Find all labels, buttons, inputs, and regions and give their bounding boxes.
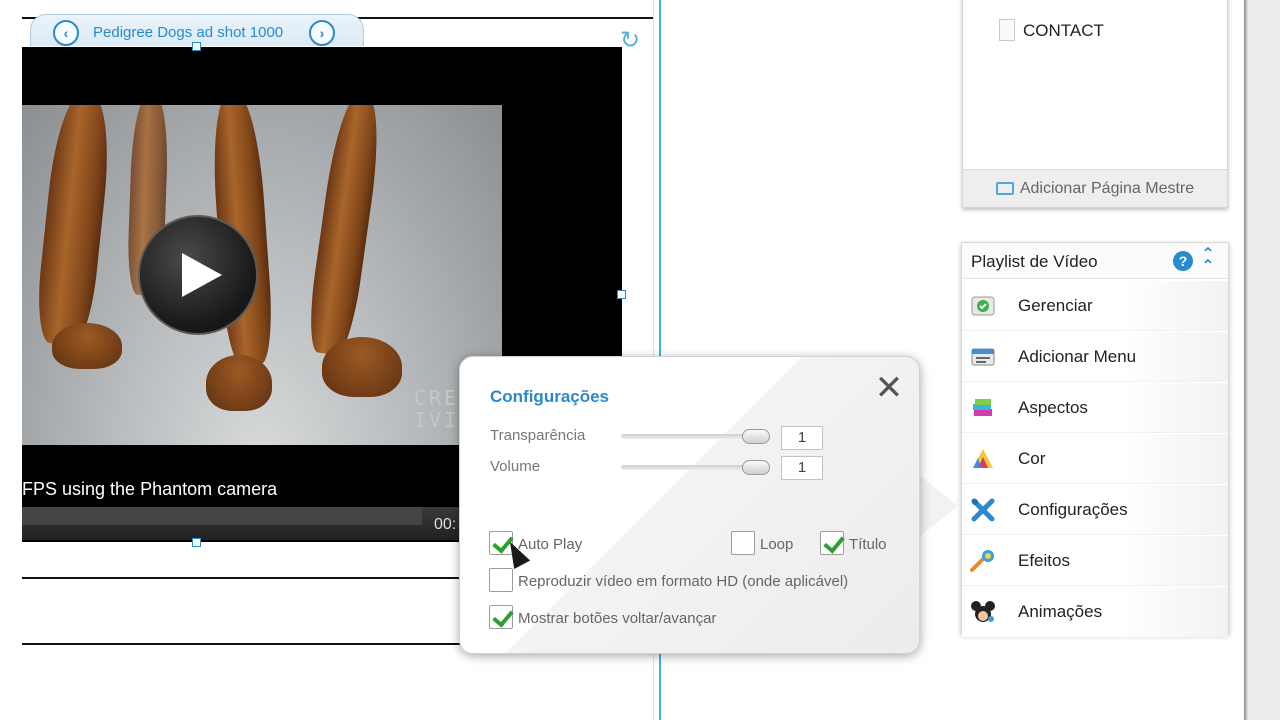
- color-icon: [973, 449, 993, 468]
- frame-line: [22, 643, 462, 645]
- volume-label: Volume: [490, 458, 541, 475]
- close-icon[interactable]: ✕: [874, 371, 904, 405]
- transparency-value-field[interactable]: 1: [781, 426, 823, 450]
- popup-pointer: [918, 474, 958, 538]
- resize-handle-top[interactable]: [192, 42, 201, 51]
- menu-item-label: Adicionar Menu: [1018, 347, 1137, 366]
- hd-checkbox[interactable]: [489, 568, 513, 592]
- add-master-page-button[interactable]: Adicionar Página Mestre: [963, 169, 1227, 207]
- menu-item-efeitos[interactable]: Efeitos: [962, 536, 1228, 586]
- settings-popup: Configurações ✕ Transparência 1 Volume 1…: [459, 356, 920, 654]
- volume-slider-thumb[interactable]: [742, 460, 770, 475]
- video-caption: FPS using the Phantom camera: [22, 479, 278, 499]
- menu-item-label: Efeitos: [1018, 551, 1070, 570]
- transparency-slider-thumb[interactable]: [742, 429, 770, 444]
- panel-header: Playlist de Vídeo ? ⌃ ⌃: [962, 243, 1228, 279]
- video-watermark: CRE IVI: [414, 386, 460, 432]
- previous-video-button[interactable]: ‹: [53, 20, 79, 46]
- menu-item-label: Gerenciar: [1018, 296, 1093, 315]
- aspects-icon: [973, 399, 992, 416]
- play-icon: [182, 253, 222, 297]
- title-checkbox[interactable]: [820, 531, 844, 555]
- menu-item-configuracoes[interactable]: Configurações: [962, 485, 1228, 535]
- volume-value-field[interactable]: 1: [781, 456, 823, 480]
- time-display: 00:: [434, 516, 457, 533]
- panel-title: Playlist de Vídeo: [971, 252, 1098, 271]
- seek-bar-track: [22, 507, 422, 525]
- nav-buttons-label: Mostrar botões voltar/avançar: [518, 610, 717, 627]
- animations-icon: [971, 601, 995, 622]
- hd-label: Reproduzir vídeo em formato HD (onde apl…: [518, 573, 849, 590]
- manage-icon: [971, 296, 995, 316]
- menu-item-aspectos[interactable]: Aspectos: [962, 383, 1228, 433]
- title-label: Título: [849, 536, 887, 553]
- menu-item-adicionar-menu[interactable]: Adicionar Menu: [962, 332, 1228, 382]
- loop-checkbox[interactable]: [731, 531, 755, 555]
- monitor-icon: [995, 182, 1014, 195]
- resize-handle-right[interactable]: [617, 290, 626, 299]
- menu-item-cor[interactable]: Cor: [962, 434, 1228, 484]
- video-playlist-panel: Playlist de Vídeo ? ⌃ ⌃ Gerenciar Adicion…: [961, 242, 1229, 637]
- scrollbar-edge[interactable]: [1244, 0, 1280, 720]
- menu-item-label: Aspectos: [1018, 398, 1088, 417]
- next-video-button[interactable]: ›: [309, 20, 335, 46]
- video-title: Pedigree Dogs ad shot 1000: [93, 24, 284, 41]
- menu-item-label: Configurações: [1018, 500, 1128, 519]
- pages-panel: CONTACT Adicionar Página Mestre: [962, 0, 1228, 208]
- help-icon[interactable]: ?: [1173, 251, 1193, 271]
- menu-item-label: Animações: [1018, 602, 1103, 621]
- play-button[interactable]: [138, 215, 258, 335]
- popup-title: Configurações: [490, 387, 610, 406]
- settings-icon: [971, 498, 995, 522]
- menu-item-gerenciar[interactable]: Gerenciar: [962, 281, 1228, 331]
- transparency-label: Transparência: [490, 427, 586, 444]
- menu-item-animacoes[interactable]: Animações: [962, 587, 1228, 637]
- loop-label: Loop: [760, 536, 794, 553]
- page-icon: [999, 19, 1015, 41]
- menu-item-label: Cor: [1018, 449, 1046, 468]
- video-frame: CRE IVI: [22, 105, 502, 445]
- autoplay-label: Auto Play: [518, 536, 583, 553]
- add-menu-icon: [971, 348, 995, 366]
- add-master-page-label: Adicionar Página Mestre: [1019, 179, 1195, 197]
- collapse-icon[interactable]: ⌃ ⌃: [1201, 247, 1215, 275]
- effects-icon: [970, 550, 994, 572]
- nav-buttons-checkbox[interactable]: [489, 605, 513, 629]
- page-item-contact[interactable]: CONTACT: [1023, 21, 1104, 41]
- resize-handle-bottom[interactable]: [192, 538, 201, 547]
